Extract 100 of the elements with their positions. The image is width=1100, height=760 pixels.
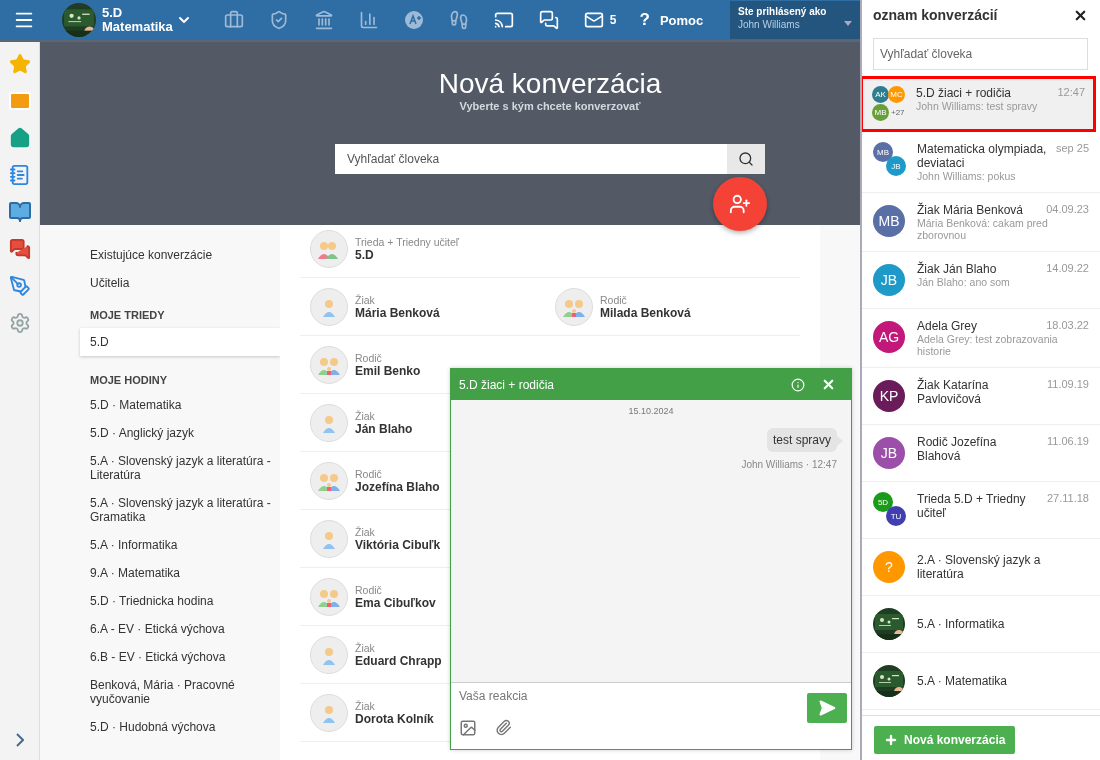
conversation-name: 5.A · Matematika (917, 674, 1009, 688)
contact-name[interactable]: 5.D (355, 247, 459, 262)
submenu-item[interactable]: 6.A - EV · Etická výchova (80, 615, 280, 643)
submenu-item[interactable]: 5.D · Matematika (80, 391, 280, 419)
user-caption: Ste prihlásený ako (738, 6, 828, 17)
chevron-right-icon (15, 733, 24, 747)
send-button[interactable] (807, 693, 847, 723)
chat-date: 15.10.2024 (628, 406, 674, 416)
conversation-preview: Ján Blaho: ano som (917, 276, 1011, 288)
contact-role: Žiak (355, 409, 376, 422)
submenu-item[interactable]: 5.A · Informatika (80, 531, 280, 559)
contact-name[interactable]: Dorota Kolník (355, 711, 434, 726)
unread-count: 5 (609, 13, 617, 27)
conversation-name: 5.A · Informatika (917, 617, 1006, 631)
contact-name[interactable]: Ema Cibuľkov (355, 595, 436, 610)
user-menu[interactable]: Ste prihlásený ako John Williams (730, 1, 860, 39)
attach-button[interactable] (495, 719, 512, 737)
initials-avatar: MB (873, 205, 905, 237)
contact-role: Žiak (355, 525, 376, 538)
conversation-time: 18.03.22 (1046, 319, 1089, 331)
image-icon (459, 719, 477, 737)
submenu-item[interactable]: 5.A · Slovenský jazyk a literatúra - Gramatika (80, 489, 280, 531)
initials-avatar: MC (888, 86, 905, 103)
initials-avatar: AG (873, 321, 905, 353)
conversation-time: 14.09.22 (1046, 262, 1089, 274)
conversation-name: 5.D žiaci + rodičia (916, 86, 1013, 100)
book-icon (7, 200, 32, 224)
caret-icon (844, 21, 852, 26)
initials-avatar: MB (873, 142, 893, 162)
conversation-name: Žiak Ján Blaho (917, 262, 998, 276)
mail-nav-button[interactable]: 5 (572, 1, 628, 39)
message-meta: John Williams · 12:47 (741, 459, 837, 470)
chat-bubbles-icon (8, 238, 31, 260)
contact-name[interactable]: Ján Blaho (355, 421, 413, 436)
contact-role: Rodič (355, 351, 383, 364)
search-button[interactable] (727, 144, 765, 174)
conversation-name: Trieda 5.D + Triedny učiteľ (917, 492, 1027, 520)
image-button[interactable] (459, 719, 477, 737)
contact-role: Žiak (355, 699, 376, 712)
initials-avatar: JB (873, 264, 905, 296)
initials-avatar: JB (886, 156, 906, 176)
subject-name: Matematika (102, 20, 173, 34)
submenu-item[interactable]: 9.A · Matematika (80, 559, 280, 587)
reply-box[interactable]: Vaša reakcia (451, 682, 851, 749)
submenu-item[interactable]: 6.B - EV · Etická výchova (80, 643, 280, 671)
conversation-item[interactable]: AK MC MB +27 5.D žiaci + rodičia 12:47 John Williams: test spravy (862, 76, 1096, 132)
contact-role: Rodič (600, 293, 628, 306)
contact-name[interactable]: Mária Benková (355, 305, 440, 320)
search-field[interactable]: Vyhľadať človeka (873, 38, 1088, 70)
conversation-time: sep 25 (1055, 142, 1089, 154)
conversation-name: Adela Grey (917, 319, 979, 333)
initials-avatar: ? (873, 551, 905, 583)
class-name: 5.D (102, 6, 124, 20)
conversation-name: Žiak Katarína Pavlovičová (917, 378, 990, 406)
paperclip-icon (495, 719, 512, 736)
member-count: +27 (891, 108, 905, 117)
help-button[interactable]: ? Pomoc (633, 10, 710, 30)
contact-name[interactable]: Viktória Cibuľk (355, 537, 441, 552)
section-heading: MOJE TRIEDY (89, 308, 166, 323)
settings-icon (8, 312, 31, 334)
initials-avatar: TU (886, 506, 906, 526)
conversation-time: 27.11.18 (1047, 492, 1089, 504)
add-person-icon (729, 193, 751, 215)
contact-name[interactable]: Eduard Chrapp (355, 653, 442, 668)
conversation-name: Rodič Jozefína Blahová (917, 435, 998, 463)
submenu-item[interactable]: 5.D · Triednicka hodina (80, 587, 280, 615)
submenu-item[interactable]: Učitelia (80, 269, 280, 297)
chat-title: 5.D žiaci + rodičia (459, 377, 556, 392)
grade-circle-icon (403, 10, 424, 30)
submenu-item[interactable]: 5.D (80, 328, 280, 356)
contact-role: Žiak (355, 293, 376, 306)
submenu-item[interactable]: 5.D · Anglický jazyk (80, 419, 280, 447)
conversation-time: 12:47 (1057, 86, 1085, 98)
conversation-name: Matematicka olympiada, deviataci (917, 142, 1048, 170)
conversation-time: 11.09.19 (1047, 378, 1089, 390)
submenu-item[interactable]: 5.A · Slovenský jazyk a literatúra - Literatúra (80, 447, 280, 489)
search-icon (738, 151, 754, 167)
panel-title: oznam konverzácií (873, 7, 999, 23)
submenu-item[interactable]: Existujúce konverzácie (80, 241, 280, 269)
page-subtitle: Vyberte s kým chcete konverzovať (459, 100, 641, 112)
add-group-button[interactable] (713, 177, 767, 231)
contact-name[interactable]: Jozefína Blaho (355, 479, 440, 494)
home-icon (8, 127, 31, 149)
conversation-name: Žiak Mária Benková (917, 203, 1025, 217)
info-icon (791, 377, 805, 392)
star-icon (8, 53, 31, 75)
conversation-preview: Mária Benková: cakam pred zborovnou (917, 217, 1049, 241)
submenu-item[interactable]: 5.D · Hudobná výchova (80, 713, 280, 741)
notebook-icon (8, 164, 31, 186)
contact-name[interactable]: Milada Benková (600, 305, 691, 320)
page-title: Nová konverzácia (438, 68, 662, 100)
search-field[interactable]: Vyhľadať človeka (335, 144, 727, 174)
user-name: John Williams (738, 19, 800, 30)
initials-avatar: MB (872, 104, 889, 121)
contact-name[interactable]: Emil Benko (355, 363, 421, 378)
submenu-item[interactable]: Benková, Mária · Pracovné vyučovanie (80, 671, 280, 713)
conversation-time: 04.09.23 (1046, 203, 1089, 215)
conversation-time: 11.06.19 (1047, 435, 1089, 447)
contact-role: Rodič (355, 583, 383, 596)
initials-avatar: AK (872, 86, 889, 103)
